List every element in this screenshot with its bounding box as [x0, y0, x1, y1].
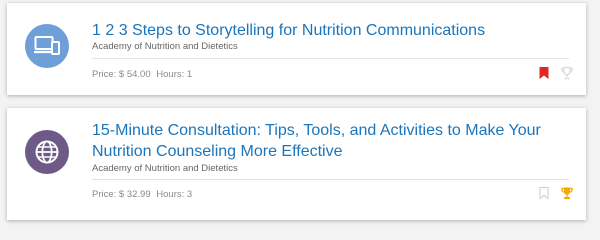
trophy-icon[interactable] — [560, 186, 574, 200]
hours-label: Hours: 1 — [156, 69, 193, 80]
course-avatar — [25, 130, 69, 174]
course-title-link[interactable]: 15-Minute Consultation: Tips, Tools, and… — [92, 120, 566, 162]
price-label: Price: $ 32.99 — [92, 189, 151, 200]
course-meta: Price: $ 32.99 Hours: 3 — [92, 189, 192, 200]
globe-icon — [35, 140, 59, 164]
bookmark-icon[interactable] — [537, 66, 551, 80]
course-actions — [537, 66, 574, 80]
course-organization: Academy of Nutrition and Dietetics — [92, 163, 238, 174]
course-actions — [537, 186, 574, 200]
bookmark-icon[interactable] — [537, 186, 551, 200]
divider — [92, 179, 569, 180]
trophy-icon[interactable] — [560, 66, 574, 80]
course-meta: Price: $ 54.00 Hours: 1 — [92, 69, 192, 80]
hours-label: Hours: 3 — [156, 189, 193, 200]
course-organization: Academy of Nutrition and Dietetics — [92, 41, 238, 52]
price-label: Price: $ 54.00 — [92, 69, 151, 80]
course-avatar — [25, 24, 69, 68]
divider — [92, 58, 569, 59]
course-card[interactable]: 1 2 3 Steps to Storytelling for Nutritio… — [7, 3, 586, 95]
course-title-link[interactable]: 1 2 3 Steps to Storytelling for Nutritio… — [92, 20, 566, 41]
devices-icon — [34, 36, 60, 55]
course-card[interactable]: 15-Minute Consultation: Tips, Tools, and… — [7, 108, 586, 220]
